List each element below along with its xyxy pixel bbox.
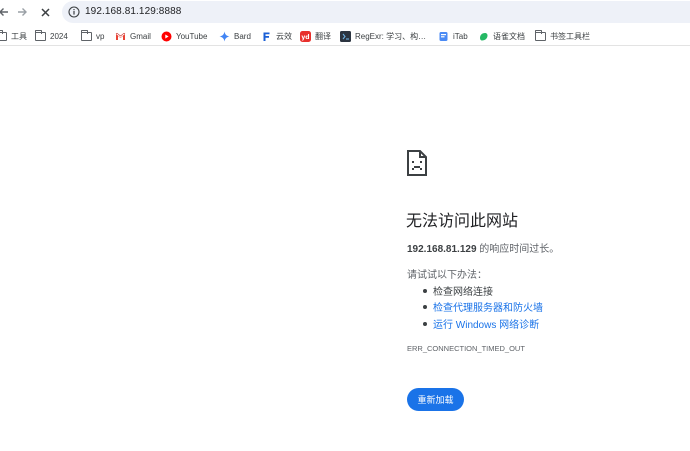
regexr-icon — [340, 30, 351, 42]
folder-icon — [0, 29, 7, 41]
sad-document-icon — [407, 150, 427, 176]
bookmark-yunxiao[interactable]: 云效 — [261, 29, 292, 43]
error-host: 192.168.81.129 — [407, 244, 477, 255]
bookmark-label: RegExr: 学习、构… — [355, 31, 427, 41]
bookmark-folder-tools[interactable]: 工具 — [0, 29, 27, 43]
error-host-suffix: 的响应时间过长。 — [476, 244, 560, 255]
suggestion-run-diagnostics-link[interactable]: 运行 Windows 网络诊断 — [423, 316, 539, 331]
gmail-icon — [115, 32, 126, 40]
bullet — [423, 321, 427, 326]
bookmark-bard[interactable]: Bard — [219, 29, 251, 43]
suggestion-text[interactable]: 检查代理服务器和防火墙 — [433, 299, 543, 314]
bookmark-folder-2024[interactable]: 2024 — [34, 29, 68, 43]
bookmark-label: 工具 — [11, 31, 27, 41]
bookmark-label: 云效 — [276, 31, 292, 41]
bookmark-label: 书签工具栏 — [550, 31, 590, 41]
stop-button[interactable] — [35, 2, 55, 22]
bookmark-label: Bard — [234, 31, 251, 41]
close-icon — [40, 7, 50, 17]
address-bar[interactable]: 192.168.81.129:8888 — [62, 1, 690, 23]
bookmark-regexr[interactable]: RegExr: 学习、构… — [340, 29, 426, 43]
bookmark-label: 语雀文档 — [493, 31, 525, 41]
bookmarks-bar: 工具 2024 vp Gmail YouTube Bard 云效 yd 翻译 R… — [0, 26, 690, 46]
bookmark-label: Gmail — [130, 31, 151, 41]
folder-icon — [34, 29, 46, 41]
folder-icon — [534, 29, 546, 41]
bookmark-youtube[interactable]: YouTube — [161, 29, 207, 43]
suggestion-check-proxy-link[interactable]: 检查代理服务器和防火墙 — [423, 299, 543, 314]
url-text[interactable]: 192.168.81.129:8888 — [85, 6, 181, 17]
bullet — [423, 288, 427, 293]
browser-toolbar: 192.168.81.129:8888 — [0, 0, 690, 24]
yunxiao-icon — [263, 32, 270, 41]
itab-icon — [439, 31, 448, 41]
bookmark-itab[interactable]: iTab — [438, 29, 468, 43]
error-title: 无法访问此网站 — [406, 213, 519, 230]
bard-icon — [219, 31, 230, 41]
reload-button[interactable]: 重新加载 — [407, 388, 464, 411]
svg-text:yd: yd — [301, 34, 309, 41]
arrow-forward-icon — [18, 8, 27, 16]
try-label: 请试试以下办法： — [407, 270, 487, 281]
yuque-icon — [480, 32, 488, 40]
folder-icon — [80, 29, 92, 41]
bookmark-label: 2024 — [50, 31, 68, 41]
bookmark-folder-toolbar[interactable]: 书签工具栏 — [534, 29, 590, 43]
arrow-back-icon — [0, 8, 8, 16]
suggestion-text[interactable]: 运行 Windows 网络诊断 — [433, 316, 539, 331]
bookmark-translate[interactable]: yd 翻译 — [300, 29, 331, 43]
bookmark-folder-vp[interactable]: vp — [80, 29, 105, 43]
youdao-icon: yd — [300, 30, 311, 42]
bookmark-label: vp — [96, 31, 105, 41]
youtube-icon — [161, 31, 172, 41]
bookmark-yuque[interactable]: 语雀文档 — [478, 29, 525, 43]
error-code: ERR_CONNECTION_TIMED_OUT — [407, 344, 525, 353]
bookmark-label: 翻译 — [315, 31, 331, 41]
info-icon[interactable] — [68, 6, 80, 18]
bookmark-gmail[interactable]: Gmail — [115, 29, 151, 43]
bookmark-label: YouTube — [176, 31, 208, 41]
error-description: 192.168.81.129 的响应时间过长。 — [407, 240, 559, 255]
suggestion-check-network: 检查网络连接 — [423, 283, 493, 298]
suggestion-text: 检查网络连接 — [433, 287, 493, 298]
bullet — [423, 304, 427, 309]
forward-button[interactable] — [12, 2, 32, 22]
bookmark-label: iTab — [453, 31, 468, 41]
